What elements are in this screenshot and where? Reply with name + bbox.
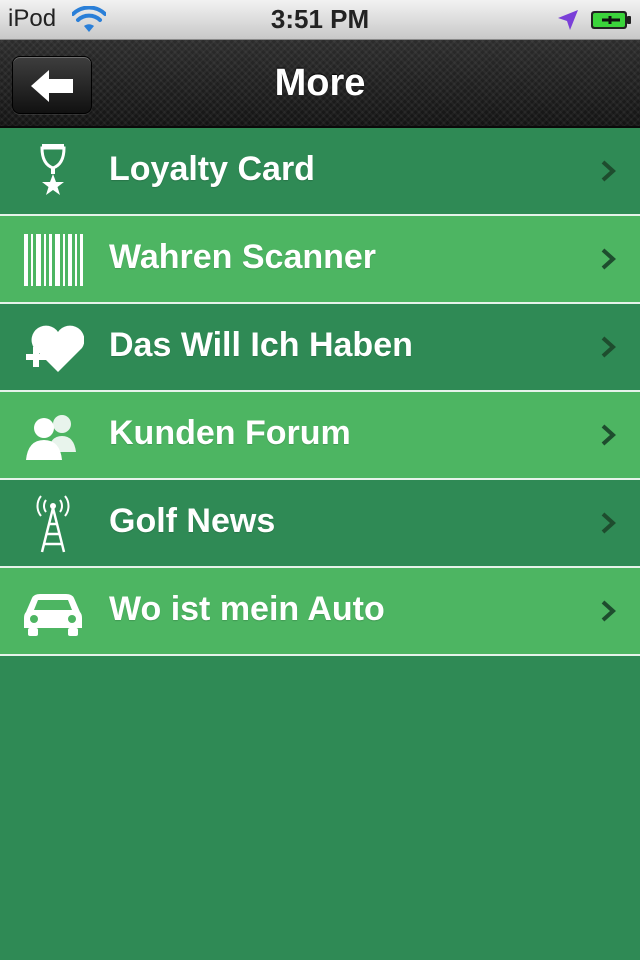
menu-item-label: Loyalty Card bbox=[109, 150, 315, 188]
chevron-right-icon bbox=[601, 160, 616, 182]
trophy-star-icon bbox=[40, 144, 66, 195]
chevron-right-icon bbox=[601, 248, 616, 270]
car-icon bbox=[24, 594, 82, 636]
battery-charging-icon bbox=[591, 11, 631, 29]
clock: 3:51 PM bbox=[270, 4, 370, 34]
antenna-tower-icon bbox=[36, 495, 70, 553]
heart-plus-icon bbox=[26, 325, 84, 372]
location-arrow-icon bbox=[558, 10, 578, 30]
menu-item-label: Kunden Forum bbox=[109, 414, 351, 452]
menu-item-loyalty-card[interactable]: Loyalty Card bbox=[0, 128, 640, 216]
page-title: More bbox=[274, 62, 366, 104]
menu-item-label: Das Will Ich Haben bbox=[109, 326, 413, 364]
menu-item-wahren-scanner[interactable]: Wahren Scanner bbox=[0, 216, 640, 304]
chevron-right-icon bbox=[601, 336, 616, 358]
menu-item-label: Wo ist mein Auto bbox=[109, 590, 385, 628]
menu-item-golf-news[interactable]: Golf News bbox=[0, 480, 640, 568]
menu-item-label: Wahren Scanner bbox=[109, 238, 377, 276]
chevron-right-icon bbox=[601, 600, 616, 622]
menu-item-label: Golf News bbox=[109, 502, 276, 540]
status-bar: iPod 3:51 PM bbox=[0, 0, 640, 40]
chevron-right-icon bbox=[601, 512, 616, 534]
menu-item-wo-ist-mein-auto[interactable]: Wo ist mein Auto bbox=[0, 568, 640, 656]
navigation-bar: More bbox=[0, 40, 640, 128]
menu-list: Loyalty Card Wahren Scanner Das Will Ich… bbox=[0, 128, 640, 656]
chevron-right-icon bbox=[601, 424, 616, 446]
users-icon bbox=[26, 415, 76, 460]
menu-item-kunden-forum[interactable]: Kunden Forum bbox=[0, 392, 640, 480]
barcode-icon bbox=[24, 234, 83, 286]
menu-item-das-will-ich-haben[interactable]: Das Will Ich Haben bbox=[0, 304, 640, 392]
